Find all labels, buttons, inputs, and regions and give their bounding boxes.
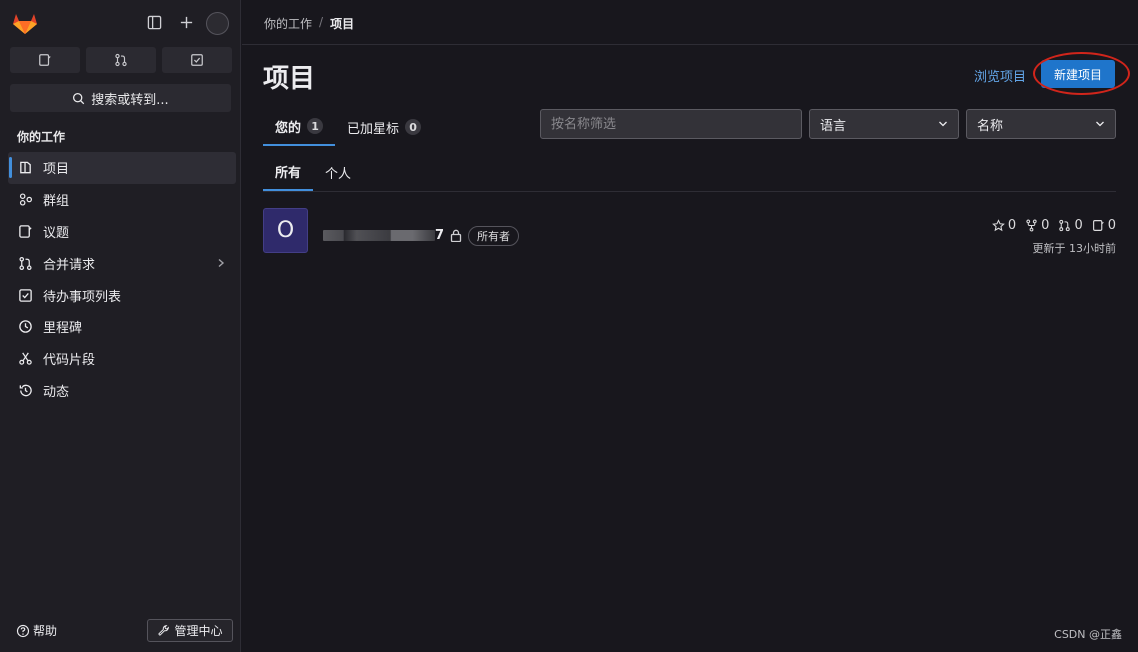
project-avatar[interactable]: O	[263, 208, 308, 253]
updated-time: 更新于 13小时前	[1032, 242, 1117, 255]
sidebar-item-label: 动态	[43, 384, 70, 400]
role-badge: 所有者	[468, 226, 519, 246]
sidebar-footer: 帮助 管理中心	[0, 619, 241, 643]
fork-icon	[1026, 219, 1037, 232]
explore-projects-link[interactable]: 浏览项目	[974, 66, 1026, 85]
search-icon	[73, 92, 85, 104]
todo-icon	[191, 54, 203, 66]
merge-requests-stat[interactable]: 0	[1058, 218, 1083, 233]
toggle-sidebar-icon[interactable]	[143, 11, 165, 33]
filter-by-name-input[interactable]	[540, 109, 802, 139]
snippet-icon	[19, 352, 32, 365]
sidebar-item-issues[interactable]: 议题	[8, 216, 236, 248]
merge-request-icon	[1059, 219, 1071, 232]
issues-stat[interactable]: 0	[1092, 218, 1116, 233]
sidebar-item-label: 里程碑	[43, 321, 83, 337]
sidebar-counters	[10, 47, 232, 73]
sidebar-item-label: 议题	[43, 225, 70, 241]
project-icon	[20, 162, 31, 174]
sidebar-item-label: 待办事项列表	[43, 289, 122, 305]
breadcrumb-parent[interactable]: 你的工作	[264, 15, 312, 32]
chevron-down-icon	[939, 121, 947, 127]
stars-stat[interactable]: 0	[992, 218, 1016, 233]
sidebar-item-label: 群组	[43, 194, 70, 210]
watermark: CSDN @正鑫	[1054, 628, 1122, 641]
help-label: 帮助	[33, 624, 58, 638]
breadcrumb-separator: /	[319, 15, 324, 29]
forks-count: 0	[1041, 218, 1050, 233]
group-icon	[19, 193, 33, 206]
sidebar-section-title: 你的工作	[17, 130, 66, 144]
sidebar-item-milestones[interactable]: 里程碑	[8, 311, 236, 343]
sidebar-item-groups[interactable]: 群组	[8, 184, 236, 216]
sidebar-item-label: 代码片段	[43, 353, 96, 369]
gitlab-logo-icon[interactable]	[12, 11, 38, 35]
sidebar-item-todos[interactable]: 待办事项列表	[8, 279, 236, 311]
issues-count: 0	[1107, 218, 1116, 233]
merge-requests-count-button[interactable]	[86, 47, 156, 73]
subtab-personal[interactable]: 个人	[313, 153, 363, 191]
sidebar-item-merge-requests[interactable]: 合并请求	[8, 247, 236, 279]
milestone-icon	[19, 320, 32, 334]
tab-label: 已加星标	[347, 121, 400, 137]
wrench-icon	[158, 625, 170, 636]
merge-request-icon	[19, 256, 32, 270]
sidebar-item-label: 项目	[43, 162, 70, 178]
help-icon	[16, 624, 30, 637]
search-button[interactable]: 搜索或转到...	[10, 84, 231, 112]
redacted-name	[323, 229, 435, 241]
chevron-down-icon	[1096, 121, 1104, 127]
project-tabs: 您的 1 已加星标 0	[263, 108, 433, 146]
highlight-annotation-circle	[1033, 52, 1130, 95]
project-stats: 0 0 0 0	[992, 218, 1116, 233]
sidebar-item-snippets[interactable]: 代码片段	[8, 343, 236, 375]
issues-icon	[19, 225, 32, 238]
chevron-right-icon	[218, 259, 225, 268]
project-list-item[interactable]: O 7 所有者 0 0 0 0 更新于 13小时前	[263, 207, 1116, 257]
star-icon	[992, 219, 1005, 232]
language-dropdown[interactable]: 语言	[809, 109, 959, 139]
sidebar-nav: 项目 群组 议题 合并请求 待办事项列表 里程碑 代码片段 动态	[8, 152, 236, 406]
sidebar-header	[0, 0, 241, 44]
issues-icon	[39, 54, 51, 66]
count-badge: 1	[307, 118, 324, 134]
count-badge: 0	[405, 119, 422, 135]
sidebar-item-projects[interactable]: 项目	[8, 152, 236, 184]
sidebar-item-activity[interactable]: 动态	[8, 375, 236, 407]
sort-dropdown[interactable]: 名称	[966, 109, 1116, 139]
search-button-label: 搜索或转到...	[91, 92, 169, 108]
issues-count-button[interactable]	[10, 47, 80, 73]
subtab-all[interactable]: 所有	[263, 153, 314, 191]
page-title: 项目	[263, 64, 316, 94]
project-name[interactable]: 7	[323, 227, 445, 243]
project-name-suffix: 7	[435, 227, 445, 243]
lock-icon	[450, 229, 462, 242]
todos-count-button[interactable]	[162, 47, 232, 73]
issues-icon	[1092, 220, 1104, 231]
sidebar: 搜索或转到... 你的工作 项目 群组 议题 合并请求 待办事项列表 里程碑 代…	[0, 0, 241, 652]
forks-stat[interactable]: 0	[1025, 218, 1049, 233]
help-button[interactable]: 帮助	[16, 622, 57, 639]
top-bar: 你的工作 / 项目	[242, 0, 1138, 45]
tab-label: 您的	[275, 120, 302, 136]
breadcrumb-current[interactable]: 项目	[330, 15, 354, 32]
dropdown-label: 语言	[820, 118, 847, 134]
admin-area-button[interactable]: 管理中心	[147, 619, 233, 642]
admin-label: 管理中心	[174, 624, 223, 638]
plus-icon[interactable]	[175, 11, 197, 33]
tab-yours[interactable]: 您的 1	[263, 108, 336, 146]
dropdown-label: 名称	[977, 118, 1004, 134]
sidebar-item-label: 合并请求	[43, 257, 96, 273]
merge-request-icon	[115, 53, 127, 67]
breadcrumb: 你的工作 / 项目	[264, 15, 354, 32]
user-avatar[interactable]	[206, 12, 229, 35]
activity-icon	[19, 384, 32, 397]
todo-icon	[19, 288, 32, 302]
stars-count: 0	[1007, 218, 1017, 233]
tab-starred[interactable]: 已加星标 0	[335, 108, 433, 146]
project-subtabs: 所有 个人	[263, 153, 1116, 192]
merge-requests-count: 0	[1074, 218, 1083, 233]
